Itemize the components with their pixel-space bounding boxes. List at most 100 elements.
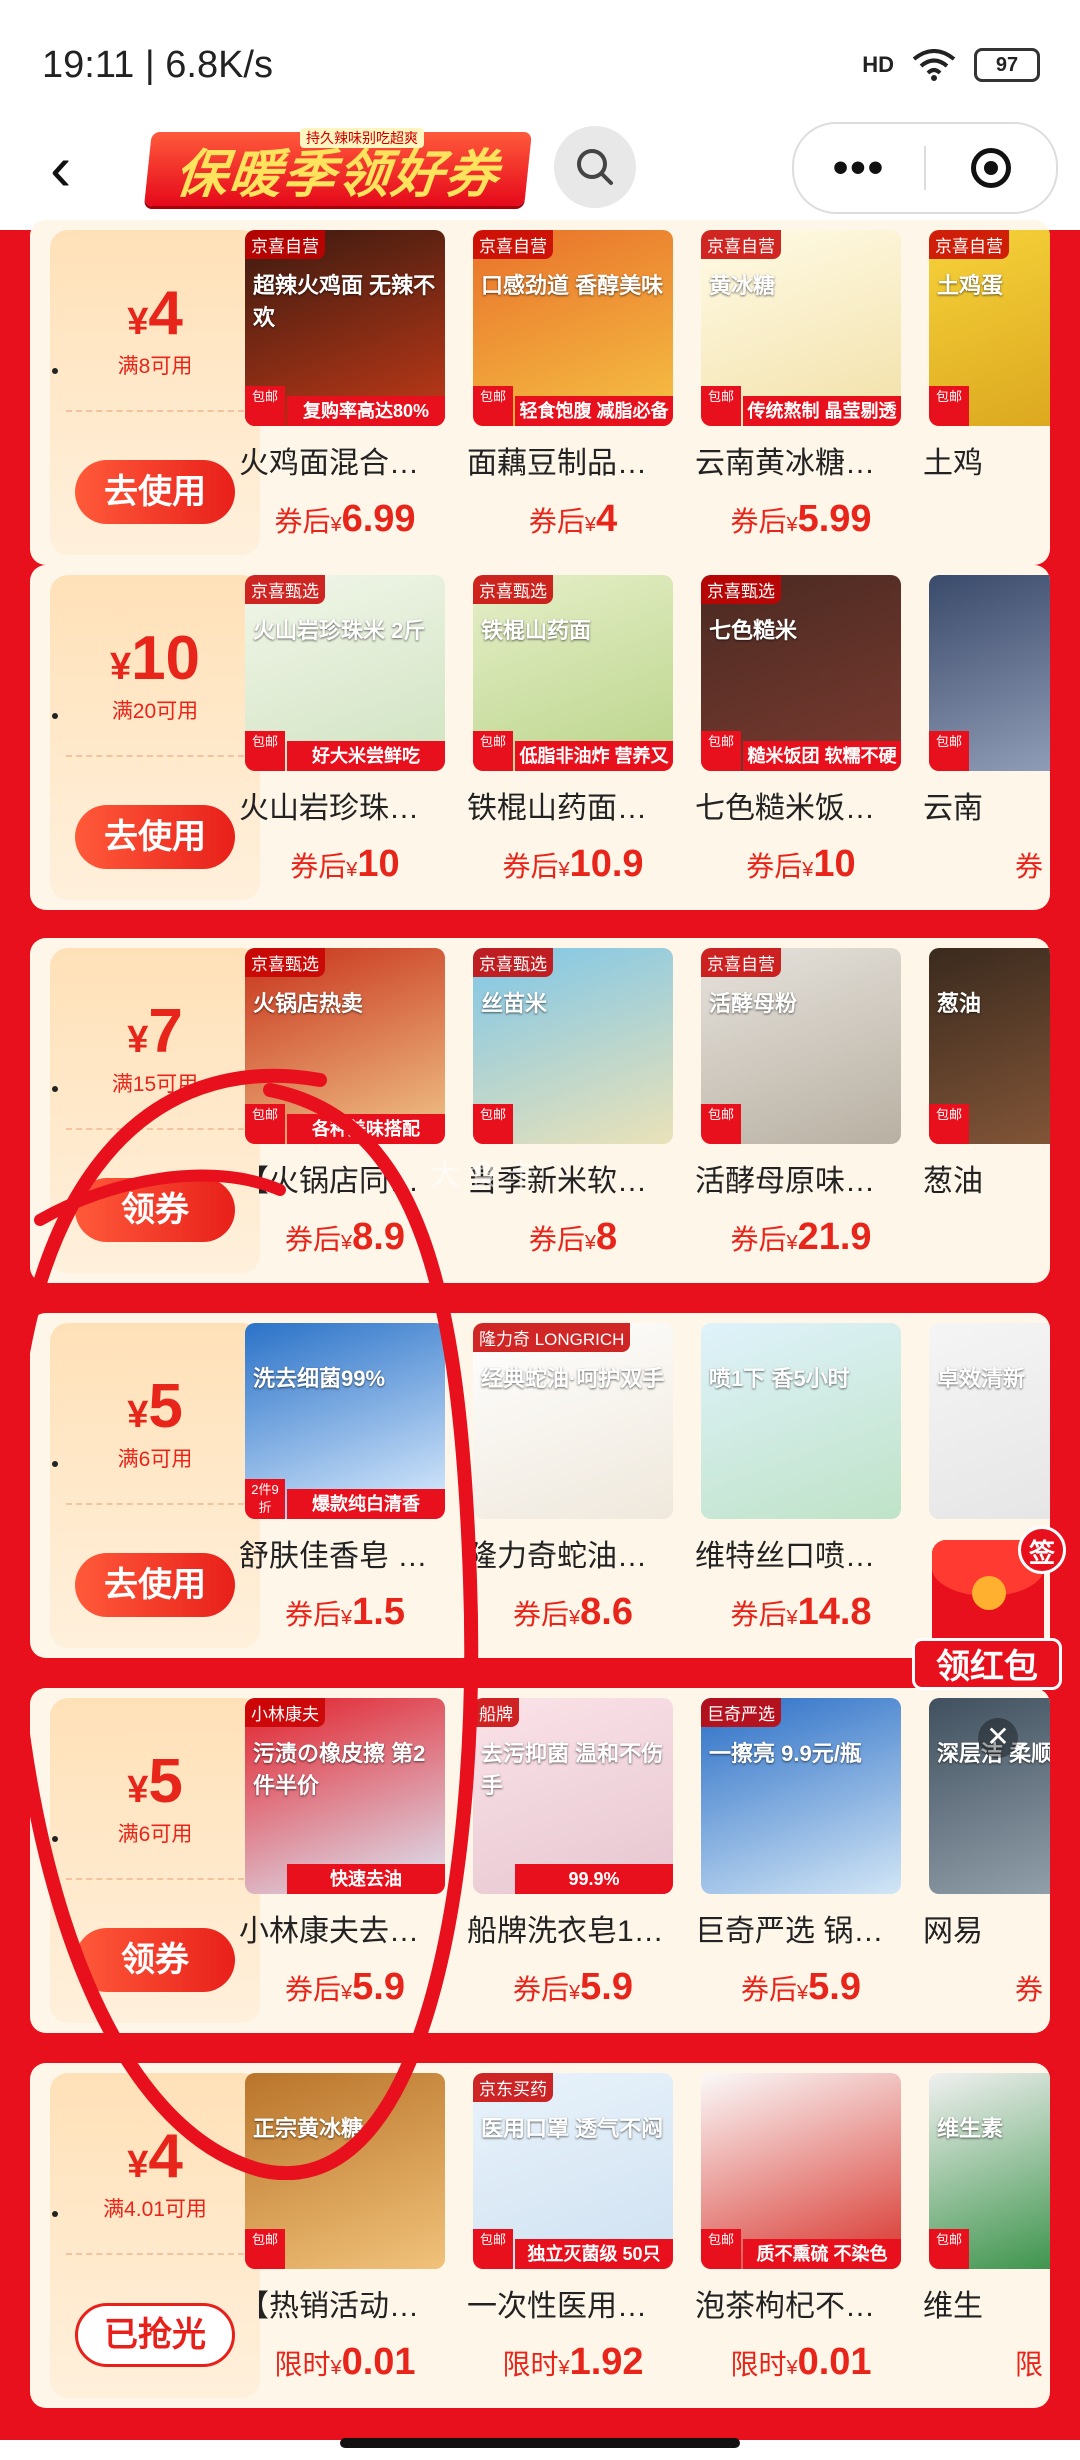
product-image-text: 医用口罩 透气不闷 — [481, 2116, 664, 2141]
free-shipping-badge: 包邮 — [929, 731, 969, 771]
coupon-action-button[interactable]: 去使用 — [75, 460, 235, 524]
product-image[interactable]: 京喜甄选 火锅店热卖 包邮 各种美味搭配 — [245, 948, 445, 1144]
product-image[interactable]: 包邮 质不熏硫 不染色 — [701, 2073, 901, 2269]
product-price: 券 — [1014, 851, 1043, 882]
coupon-action-button[interactable]: 领券 — [75, 1178, 235, 1242]
product-image[interactable]: 巨奇严选 一擦亮 9.9元/瓶 — [701, 1698, 901, 1894]
product-image[interactable]: 京喜甄选 七色糙米 包邮 糙米饭团 软糯不硬 — [701, 575, 901, 771]
coupon-action-button[interactable]: 已抢光 — [75, 2303, 235, 2367]
free-shipping-badge: 包邮 — [701, 731, 741, 771]
back-button[interactable]: ‹ — [50, 136, 110, 200]
status-time: 19:11 | 6.8K/s — [42, 44, 273, 86]
product-tag: 京喜自营 — [473, 230, 553, 259]
product-image[interactable]: 京喜甄选 丝苗米 包邮 — [473, 948, 673, 1144]
product-title: 葱油 — [923, 1165, 983, 1198]
product-image[interactable]: 京喜甄选 铁棍山药面 包邮 低脂非油炸 营养又健康 — [473, 575, 673, 771]
coupon-ticket: ¥10 满20可用 去使用 — [50, 575, 260, 900]
product-title: 火鸡面混合… — [239, 447, 419, 480]
product-image-text: 丝苗米 — [481, 991, 548, 1016]
coupon-divider — [66, 1503, 244, 1505]
product-price: 券后¥6.99 — [274, 498, 416, 540]
product-title: 火山岩珍珠… — [239, 792, 419, 825]
product-image[interactable]: 京东买药 医用口罩 透气不闷 包邮 独立灭菌级 50只 — [473, 2073, 673, 2269]
product-image-text: 火锅店热卖 — [253, 991, 364, 1016]
coupon-card: ¥7 满15可用 领券 京喜甄选 火锅店热卖 包邮 各种美味搭配 【火锅店同… … — [30, 938, 1050, 1283]
coupon-condition: 满15可用 — [111, 1073, 199, 1096]
product-price: 限时¥1.92 — [502, 2341, 644, 2383]
product-price: 券后¥10 — [746, 843, 856, 885]
product-image[interactable]: 小林康夫 污渍の橡皮擦 第2件半价 快速去油 — [245, 1698, 445, 1894]
product-price: 限 — [1014, 2349, 1043, 2380]
free-shipping-badge: 包邮 — [245, 1104, 285, 1144]
product-image[interactable]: 京喜自营 黄冰糖 包邮 传统熬制 晶莹剔透 — [701, 230, 901, 426]
free-shipping-badge: 包邮 — [929, 2229, 969, 2269]
product-image[interactable]: 京喜自营 超辣火鸡面 无辣不欢 包邮 复购率高达80% — [245, 230, 445, 426]
product-price: 券后¥8 — [528, 1216, 618, 1258]
product-title: 泡茶枸杞不… — [695, 2290, 875, 2323]
product-image[interactable]: 京喜自营 活酵母粉 包邮 — [701, 948, 901, 1144]
product-title: 一次性医用… — [467, 2290, 647, 2323]
product-tag: 京喜甄选 — [701, 575, 781, 604]
target-icon — [971, 148, 1011, 188]
product-image[interactable]: 船牌 去污抑菌 温和不伤手 99.9% — [473, 1698, 673, 1894]
product-image-text: 经典蛇油·呵护双手 — [481, 1366, 665, 1391]
product-image[interactable]: 京喜甄选 火山岩珍珠米 2斤 包邮 好大米尝鲜吃 — [245, 575, 445, 771]
free-shipping-badge: 包邮 — [245, 731, 285, 771]
coupon-divider — [66, 755, 244, 757]
product-image-text: 超辣火鸡面 无辣不欢 — [253, 273, 436, 330]
home-indicator[interactable] — [340, 2438, 740, 2448]
coupon-amount: ¥10 — [109, 624, 201, 693]
product-image[interactable]: 喷1下 香5小时 — [701, 1323, 901, 1519]
product-image[interactable]: 隆力奇 LONGRICH 经典蛇油·呵护双手 — [473, 1323, 673, 1519]
signal-icon: HD — [862, 52, 894, 77]
product-strip: 各种美味搭配 — [287, 1114, 445, 1144]
more-button[interactable]: ••• — [794, 146, 924, 190]
coupon-action-button[interactable]: 去使用 — [75, 805, 235, 869]
product-image[interactable]: 葱油 包邮 — [929, 948, 1050, 1144]
product-title: 巨奇严选 锅… — [695, 1915, 884, 1948]
red-envelope-float[interactable]: 签 领红包 — [912, 1526, 1072, 1696]
product-image[interactable]: 卓效清新 — [929, 1323, 1050, 1519]
product-strip: 低脂非油炸 营养又健康 — [515, 741, 673, 771]
product-tag: 京喜甄选 — [473, 575, 553, 604]
product-image-text: 土鸡蛋 — [937, 273, 1004, 298]
product-image[interactable]: 包邮 — [929, 575, 1050, 771]
product-image-text: 铁棍山药面 — [481, 618, 592, 643]
exit-button[interactable] — [926, 148, 1056, 188]
coupon-list: ¥4 满8可用 去使用 京喜自营 超辣火鸡面 无辣不欢 包邮 复购率高达80% … — [0, 220, 1080, 2440]
product-image[interactable]: 京喜自营 土鸡蛋 包邮 — [929, 230, 1050, 426]
product-image-text: 去污抑菌 温和不伤手 — [481, 1741, 664, 1798]
coupon-condition: 满4.01可用 — [103, 2198, 207, 2221]
product-title: 【热销活动… — [239, 2290, 419, 2323]
coupon-ticket: ¥7 满15可用 领券 — [50, 948, 260, 1273]
coupon-condition: 满20可用 — [111, 700, 199, 723]
coupon-condition: 满6可用 — [117, 1823, 193, 1846]
product-title: 云南黄冰糖… — [695, 447, 875, 480]
product-image[interactable]: 京喜自营 口感劲道 香醇美味 包邮 轻食饱腹 减脂必备 — [473, 230, 673, 426]
product-image[interactable]: 维生素 包邮 — [929, 2073, 1050, 2269]
product-title: 【火锅店同… — [239, 1165, 419, 1198]
close-float-button[interactable]: ✕ — [978, 1718, 1018, 1758]
search-button[interactable] — [554, 126, 636, 208]
coupon-action-button[interactable]: 领券 — [75, 1928, 235, 1992]
product-strip: 爆款纯白清香 — [287, 1489, 445, 1519]
product-strip: 传统熬制 晶莹剔透 — [743, 396, 901, 426]
coupon-action-button[interactable]: 去使用 — [75, 1553, 235, 1617]
product-image-text: 口感劲道 香醇美味 — [481, 273, 664, 298]
coupon-ticket: ¥4 满4.01可用 已抢光 — [50, 2073, 260, 2398]
free-shipping-badge: 包邮 — [245, 386, 285, 426]
page-subtitle: 持久辣味别吃超爽 — [300, 128, 424, 148]
product-image[interactable]: 正宗黄冰糖 包邮 — [245, 2073, 445, 2269]
product-title: 维生 — [923, 2290, 983, 2323]
product-image-text: 喷1下 香5小时 — [709, 1366, 850, 1391]
free-shipping-badge: 包邮 — [473, 1104, 513, 1144]
free-shipping-badge: 包邮 — [245, 2229, 285, 2269]
product-image[interactable]: 洗去细菌99% 2件9折 爆款纯白清香 — [245, 1323, 445, 1519]
product-title: 面藕豆制品… — [467, 447, 647, 480]
free-shipping-badge: 包邮 — [473, 731, 513, 771]
product-tag: 京喜自营 — [929, 230, 1009, 259]
product-title: 七色糙米饭… — [695, 792, 875, 825]
free-shipping-badge: 包邮 — [701, 386, 741, 426]
product-tag: 船牌 — [473, 1698, 519, 1727]
product-strip: 质不熏硫 不染色 — [743, 2239, 901, 2269]
